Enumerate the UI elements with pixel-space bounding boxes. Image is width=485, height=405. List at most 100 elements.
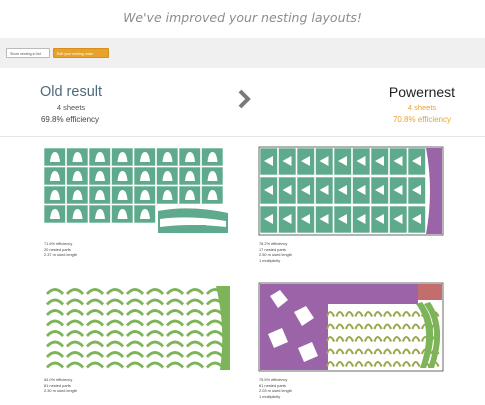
- nested-part: [66, 351, 84, 358]
- layout-length: 2.50 m used length: [259, 252, 293, 258]
- nested-part: [186, 309, 204, 316]
- old-layout-2-stats: 54.0% efficiency 81 nested parts 2.30 m …: [44, 377, 77, 394]
- nested-part: [206, 319, 224, 327]
- nested-part: [66, 309, 84, 316]
- edit-nesting-button[interactable]: Edit your nesting order: [53, 48, 109, 58]
- chevron-right-icon: [238, 89, 251, 109]
- nested-part: [46, 330, 64, 337]
- layout-multiplicity: 1 multiplicity: [259, 257, 281, 263]
- layout-length: 2.03 m used length: [259, 388, 293, 394]
- nested-part: [126, 298, 144, 306]
- nested-part: [146, 288, 164, 295]
- nested-part: [206, 351, 224, 358]
- layout-efficiency: 78.2% efficiency: [259, 241, 288, 246]
- nested-part: [86, 319, 104, 327]
- nested-part: [106, 340, 124, 348]
- nested-part: [106, 361, 124, 369]
- nested-part: [186, 330, 204, 337]
- powernest-layout-1-stats: 78.2% efficiency 17 nested parts 2.50 m …: [259, 241, 292, 263]
- nested-part: [66, 298, 84, 306]
- nested-part: [126, 351, 144, 358]
- nested-part: [206, 340, 224, 348]
- nested-part: [206, 330, 224, 337]
- summary-divider: [0, 136, 485, 137]
- powernest-title: Powernest: [388, 84, 456, 100]
- nested-part: [66, 288, 84, 295]
- powernest-layout-sheet-2: [258, 282, 444, 372]
- nested-part: [86, 330, 104, 337]
- nested-part: [46, 340, 64, 348]
- nested-part: [216, 286, 230, 370]
- nested-part: [126, 288, 144, 295]
- layout-efficiency: 71.6% efficiency: [44, 241, 73, 246]
- nested-part: [86, 298, 104, 306]
- nested-part: [46, 351, 64, 358]
- nested-part: [86, 309, 104, 316]
- nested-part: [66, 330, 84, 337]
- nested-part: [46, 298, 64, 306]
- nested-part: [106, 319, 124, 327]
- nested-part: [126, 361, 144, 369]
- nested-part: [46, 288, 64, 295]
- nested-part: [126, 340, 144, 348]
- nested-part: [166, 340, 184, 348]
- old-layout-1-stats: 71.6% efficiency 20 nested parts 2.37 m …: [44, 241, 77, 258]
- nested-part: [146, 319, 164, 327]
- nested-part: [106, 309, 124, 316]
- nested-part: [186, 298, 204, 306]
- nested-part: [66, 340, 84, 348]
- layout-efficiency: 54.0% efficiency: [44, 377, 73, 382]
- toolbar: Show nesting in list Edit your nesting o…: [0, 38, 485, 68]
- old-result-title: Old result: [39, 84, 103, 100]
- nested-part: [106, 298, 124, 306]
- nested-part: [146, 298, 164, 306]
- nested-part: [186, 319, 204, 327]
- nested-part: [328, 284, 418, 304]
- nested-part: [166, 319, 184, 327]
- nested-part: [166, 361, 184, 369]
- nested-part: [66, 319, 84, 327]
- nested-part: [166, 288, 184, 295]
- nested-part: [146, 330, 164, 337]
- show-nesting-button[interactable]: Show nesting in list: [6, 48, 50, 58]
- nested-part: [146, 361, 164, 369]
- nested-part: [146, 340, 164, 348]
- powernest-efficiency: 70.8% efficiency: [392, 115, 452, 124]
- nested-part: [166, 351, 184, 358]
- nested-part: [166, 330, 184, 337]
- nested-part: [166, 298, 184, 306]
- nested-part: [86, 351, 104, 358]
- nested-part: [46, 319, 64, 327]
- nested-part: [106, 288, 124, 295]
- old-layout-sheet-2: [46, 286, 230, 370]
- nested-part: [86, 361, 104, 369]
- nested-part: [146, 351, 164, 358]
- nested-part: [186, 288, 204, 295]
- headline: We've improved your nesting layouts!: [123, 10, 362, 25]
- nested-part: [46, 309, 64, 316]
- layout-length: 2.37 m used length: [44, 252, 78, 258]
- nested-part: [86, 340, 104, 348]
- layout-length: 2.30 m used length: [44, 388, 78, 394]
- old-result-efficiency: 69.8% efficiency: [40, 115, 100, 124]
- old-result-sheets: 4 sheets: [56, 103, 86, 112]
- nested-part: [186, 351, 204, 358]
- nested-part: [86, 288, 104, 295]
- powernest-layout-sheet-1: [258, 146, 444, 236]
- nested-part: [190, 225, 206, 233]
- nested-part: [186, 340, 204, 348]
- nested-part: [260, 284, 328, 370]
- nested-part: [166, 309, 184, 316]
- layout-efficiency: 75.5% efficiency: [259, 377, 288, 382]
- nested-part: [66, 361, 84, 369]
- nested-part: [146, 309, 164, 316]
- powernest-sheets: 4 sheets: [407, 103, 437, 112]
- nested-part: [126, 309, 144, 316]
- powernest-layout-2-stats: 75.5% efficiency 61 nested parts 2.03 m …: [259, 377, 292, 399]
- nested-part: [106, 330, 124, 337]
- old-layout-sheet-1: [43, 147, 228, 233]
- nested-part: [126, 330, 144, 337]
- nested-part: [418, 284, 442, 300]
- layout-multiplicity: 1 multiplicity: [259, 393, 281, 399]
- nested-part: [46, 361, 64, 369]
